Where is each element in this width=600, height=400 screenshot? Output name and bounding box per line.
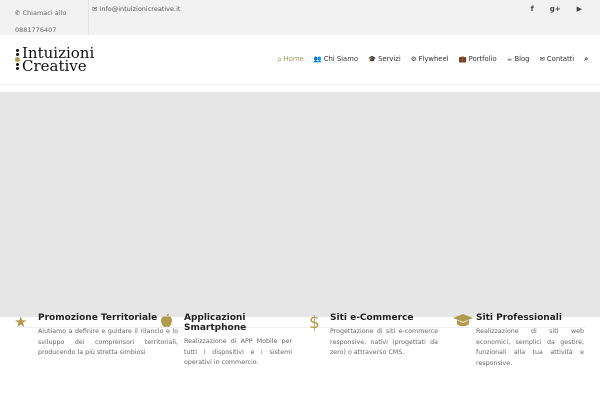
main-nav: ⌂ Home 👥 Chi Siamo 🎓 Servizi ⚙ Flywheel 💼 Por… bbox=[277, 55, 588, 64]
phone-label: Chiamaci allo bbox=[22, 9, 67, 17]
google-plus-icon[interactable]: g+ bbox=[550, 5, 561, 13]
email-contact[interactable]: ✉ info@intuizionicreative.it bbox=[92, 5, 180, 13]
nav-label: Contatti bbox=[546, 55, 575, 63]
feature-text: Aiutiamo a definire e guidare il rilanci… bbox=[38, 328, 178, 356]
search-icon[interactable]: ⌕ bbox=[584, 55, 588, 64]
feature-title: Siti e-Commerce bbox=[330, 313, 414, 323]
nav-flywheel[interactable]: ⚙ Flywheel bbox=[411, 55, 449, 64]
nav-label: Servizi bbox=[378, 55, 401, 63]
feature-title: Promozione Territoriale bbox=[38, 313, 158, 323]
feature-title: Applicazioni Smartphone bbox=[184, 313, 247, 333]
feature-app: Applicazioni Smartphone Realizzazione di… bbox=[161, 313, 292, 369]
nav-label: Home bbox=[283, 55, 304, 63]
logo-line2: Creative bbox=[22, 57, 87, 75]
phone-icon: ✆ bbox=[15, 9, 23, 17]
dollar-icon: $ bbox=[309, 313, 320, 333]
nav-label: Chi Siamo bbox=[323, 55, 358, 63]
envelope-icon: ✉ bbox=[92, 5, 100, 13]
hero-slider bbox=[0, 92, 600, 317]
nav-label: Blog bbox=[514, 55, 530, 63]
youtube-icon[interactable]: ▶ bbox=[577, 5, 582, 13]
logo[interactable]: Intuizioni Creative bbox=[15, 46, 94, 75]
feature-ecommerce: $ Siti e-Commerce Progettazione di siti … bbox=[309, 313, 438, 359]
phone-number[interactable]: 0881776407 bbox=[15, 26, 56, 34]
users-icon: 👥 bbox=[313, 55, 322, 63]
feature-title: Siti Professionali bbox=[476, 313, 562, 323]
top-bar: ✆ Chiamaci allo 0881776407 ✉ info@intuizi… bbox=[0, 0, 600, 35]
nav-chi-siamo[interactable]: 👥 Chi Siamo bbox=[314, 55, 358, 64]
feature-text: Realizzazione di APP Mobile per tutti i … bbox=[184, 338, 292, 366]
briefcase-icon: 💼 bbox=[458, 55, 467, 63]
feature-promozione: ★ Promozione Territoriale Aiutiamo a def… bbox=[14, 313, 178, 359]
envelope-icon: ✉ bbox=[539, 55, 545, 63]
feature-text: Realizzazione di siti web economici, sem… bbox=[476, 328, 584, 367]
nav-blog[interactable]: ☕ Blog bbox=[507, 55, 530, 64]
facebook-icon[interactable]: f bbox=[531, 5, 534, 13]
apple-icon bbox=[160, 313, 173, 332]
nav-portfolio[interactable]: 💼 Portfolio bbox=[459, 55, 497, 64]
star-icon: ★ bbox=[14, 313, 28, 331]
logo-mark bbox=[15, 48, 20, 71]
home-icon: ⌂ bbox=[277, 55, 282, 63]
nav-contatti[interactable]: ✉ Contatti bbox=[539, 55, 574, 64]
social-links: f g+ ▶ bbox=[531, 5, 582, 13]
header: Intuizioni Creative ⌂ Home 👥 Chi Siamo 🎓 Se… bbox=[0, 35, 600, 85]
graduation-cap-icon bbox=[452, 313, 474, 332]
divider bbox=[88, 0, 89, 35]
nav-label: Flywheel bbox=[418, 55, 449, 63]
phone-contact: ✆ Chiamaci allo 0881776407 bbox=[15, 5, 85, 39]
nav-home[interactable]: ⌂ Home bbox=[277, 55, 303, 64]
email-link[interactable]: info@intuizionicreative.it bbox=[100, 5, 181, 13]
nav-label: Portfolio bbox=[468, 55, 497, 63]
graduation-cap-icon: 🎓 bbox=[368, 55, 377, 63]
feature-text: Progettazione di siti e-commerce respons… bbox=[330, 328, 438, 356]
coffee-icon: ☕ bbox=[506, 55, 513, 63]
feature-professionali: Siti Professionali Realizzazione di siti… bbox=[453, 313, 584, 369]
gear-icon: ⚙ bbox=[410, 55, 417, 63]
nav-servizi[interactable]: 🎓 Servizi bbox=[368, 55, 401, 64]
